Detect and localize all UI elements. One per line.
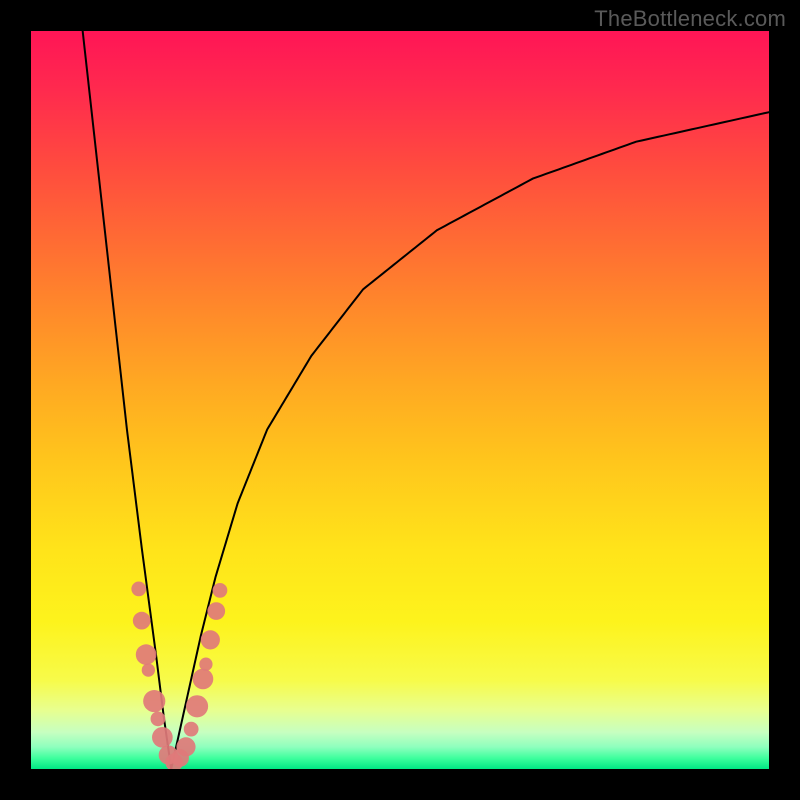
data-marker — [199, 658, 212, 671]
plot-area — [31, 31, 769, 769]
watermark-text: TheBottleneck.com — [594, 6, 786, 32]
curve-layer — [31, 31, 769, 769]
bottleneck-curve — [171, 112, 769, 769]
data-marker — [176, 737, 195, 756]
data-marker — [151, 711, 166, 726]
data-marker — [213, 583, 228, 598]
data-marker — [133, 612, 151, 630]
data-marker — [142, 663, 155, 676]
data-marker — [143, 690, 165, 712]
bottleneck-curve — [83, 31, 172, 769]
data-marker — [131, 582, 146, 597]
data-marker — [184, 722, 199, 737]
data-marker — [152, 727, 173, 748]
data-marker — [193, 669, 214, 690]
data-marker — [186, 695, 208, 717]
data-marker — [201, 630, 220, 649]
data-marker — [136, 644, 157, 665]
data-marker — [207, 602, 225, 620]
